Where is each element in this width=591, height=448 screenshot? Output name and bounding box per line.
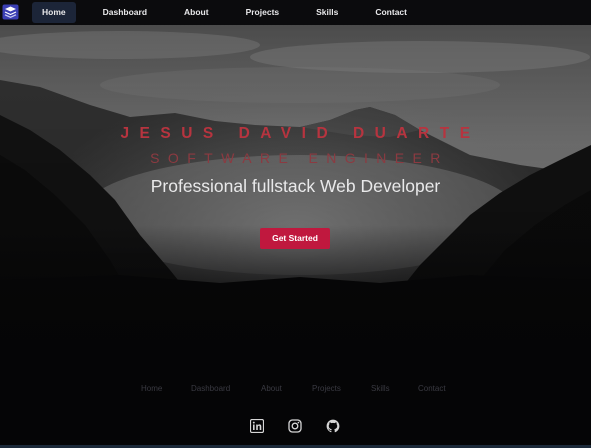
- footer-home-link[interactable]: Home: [141, 384, 162, 393]
- footer: Home Dashboard About Projects Skills Con…: [0, 360, 591, 448]
- logo-icon[interactable]: [2, 4, 19, 20]
- nav-skills-link[interactable]: Skills: [306, 2, 348, 23]
- nav-projects-link[interactable]: Projects: [236, 2, 290, 23]
- linkedin-icon[interactable]: [250, 419, 264, 433]
- nav-contact-link[interactable]: Contact: [365, 2, 417, 23]
- nav-links: Home Dashboard About Projects Skills Con…: [32, 1, 417, 23]
- footer-links: Home Dashboard About Projects Skills Con…: [0, 384, 591, 396]
- footer-contact-link[interactable]: Contact: [418, 384, 446, 393]
- footer-skills-link[interactable]: Skills: [371, 384, 390, 393]
- footer-about-link[interactable]: About: [261, 384, 282, 393]
- hero-name-heading: JESUS DAVID DUARTE: [120, 125, 481, 142]
- top-navbar: Home Dashboard About Projects Skills Con…: [0, 0, 591, 25]
- get-started-button[interactable]: Get Started: [260, 228, 330, 249]
- page: Home Dashboard About Projects Skills Con…: [0, 0, 591, 448]
- footer-projects-link[interactable]: Projects: [312, 384, 341, 393]
- hero-tagline: Professional fullstack Web Developer: [150, 176, 441, 196]
- nav-home-link[interactable]: Home: [32, 1, 76, 23]
- social-links: [0, 419, 591, 433]
- nav-dashboard-link[interactable]: Dashboard: [93, 2, 157, 23]
- footer-dashboard-link[interactable]: Dashboard: [191, 384, 230, 393]
- hero-section: JESUS DAVID DUARTE SOFTWARE ENGINEER Pro…: [0, 25, 591, 360]
- hero-role-subheading: SOFTWARE ENGINEER: [150, 150, 449, 166]
- instagram-icon[interactable]: [288, 419, 302, 433]
- github-icon[interactable]: [326, 419, 340, 433]
- nav-about-link[interactable]: About: [174, 2, 219, 23]
